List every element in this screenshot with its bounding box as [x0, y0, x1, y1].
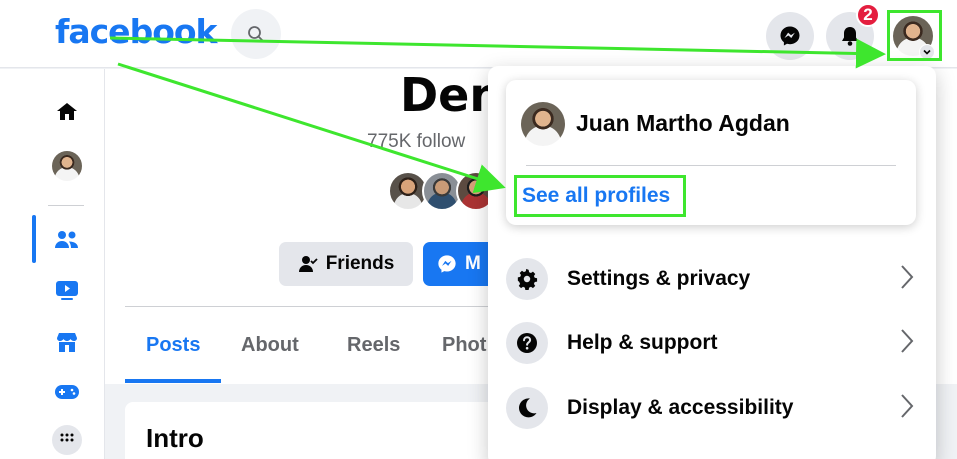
marketplace-icon[interactable] — [52, 327, 82, 357]
search-button[interactable] — [231, 9, 281, 59]
left-sidebar — [0, 69, 105, 459]
search-icon — [248, 26, 264, 42]
friends-icon[interactable] — [52, 225, 82, 255]
avatar — [521, 102, 565, 146]
moon-icon — [506, 387, 548, 429]
friends-button[interactable]: Friends — [279, 242, 413, 286]
watch-icon[interactable] — [52, 275, 82, 305]
bell-icon — [842, 27, 858, 46]
tab-about[interactable]: About — [241, 334, 299, 357]
message-button-label: M — [465, 253, 481, 274]
tab-posts[interactable]: Posts — [146, 334, 200, 357]
messenger-icon — [438, 255, 456, 273]
menu-item-label: Help & support — [567, 331, 718, 354]
home-icon[interactable] — [52, 97, 82, 127]
menu-item-settings-privacy[interactable]: Settings & privacy — [498, 250, 926, 308]
menu-item-label: Display & accessibility — [567, 396, 794, 419]
intro-title: Intro — [146, 423, 204, 453]
account-user-name[interactable]: Juan Martho Agdan — [576, 110, 790, 137]
gaming-icon[interactable] — [52, 377, 82, 407]
profile-card-divider — [526, 165, 896, 166]
chevron-right-icon — [901, 265, 914, 289]
chevron-right-icon — [901, 394, 914, 418]
messenger-button[interactable] — [766, 12, 814, 60]
menu-item-help-support[interactable]: Help & support — [498, 314, 926, 372]
notification-count-badge: 2 — [856, 3, 880, 27]
menu-grid-icon[interactable] — [52, 425, 82, 455]
menu-item-label: Settings & privacy — [567, 267, 751, 290]
messenger-icon — [780, 26, 800, 46]
gear-icon — [506, 258, 548, 300]
followers-count[interactable]: 775K follow — [367, 131, 465, 153]
chevron-right-icon — [901, 329, 914, 353]
question-icon — [506, 322, 548, 364]
top-navigation-bar: facebook 2 — [0, 0, 957, 68]
profile-name: Den — [400, 68, 503, 122]
facebook-logo[interactable]: facebook — [55, 12, 217, 51]
sidebar-divider — [48, 205, 84, 206]
sidebar-active-indicator — [32, 215, 36, 263]
tab-reels[interactable]: Reels — [347, 334, 400, 357]
profile-avatar-icon[interactable] — [52, 151, 82, 181]
annotation-highlight-account-button — [887, 10, 942, 61]
friends-button-label: Friends — [325, 253, 395, 274]
mutual-friends-avatars[interactable] — [388, 171, 496, 211]
active-tab-indicator — [125, 379, 221, 383]
annotation-highlight-see-all-profiles — [514, 175, 686, 217]
tab-photos[interactable]: Phot — [442, 334, 486, 357]
friend-check-icon — [298, 256, 318, 272]
menu-item-display-accessibility[interactable]: Display & accessibility — [498, 379, 926, 437]
